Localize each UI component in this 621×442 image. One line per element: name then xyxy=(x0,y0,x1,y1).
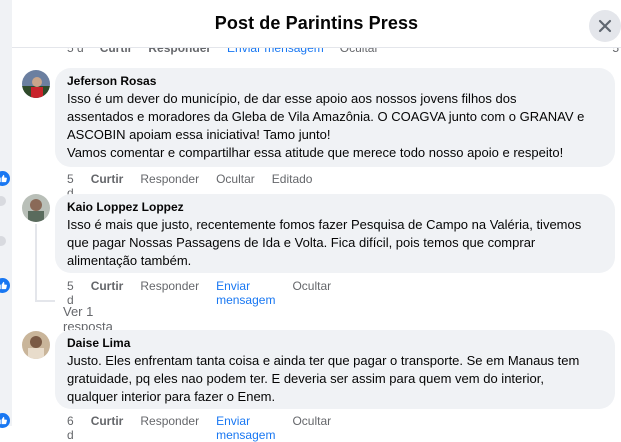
comment-text: Isso é mais que justo, recentemente fomo… xyxy=(67,216,603,270)
reaction-count[interactable]: 3 xyxy=(0,278,10,293)
comment-line: qualquer interior para fazer o Enem. xyxy=(67,389,276,404)
reply-link[interactable]: Responder xyxy=(148,47,211,55)
background-button xyxy=(0,236,6,246)
comment-time: 5 d xyxy=(67,47,84,55)
comment-time[interactable]: 5 d xyxy=(67,279,74,307)
avatar[interactable] xyxy=(22,194,50,222)
hide-link[interactable]: Ocultar xyxy=(340,47,379,55)
thread-connector xyxy=(35,300,55,304)
hide-link[interactable]: Ocultar xyxy=(292,414,331,442)
comment-bubble: Daise Lima Justo. Eles enfrentam tanta c… xyxy=(55,330,615,409)
post-dialog: Post de Parintins Press 5 d Curtir Respo… xyxy=(0,0,621,442)
like-link[interactable]: Curtir xyxy=(100,47,133,55)
comment-time[interactable]: 6 d xyxy=(67,414,74,442)
comment-bubble: Jeferson Rosas Isso é um dever do municí… xyxy=(55,68,615,167)
comment-actions: 5 d Curtir Responder Enviar mensagem Ocu… xyxy=(67,279,348,307)
like-link[interactable]: Curtir xyxy=(91,279,124,307)
comment-bubble: Kaio Loppez Loppez Isso é mais que justo… xyxy=(55,194,615,273)
comment-author[interactable]: Daise Lima xyxy=(67,336,603,350)
like-count: 5 xyxy=(612,47,619,55)
send-message-link[interactable]: Enviar mensagem xyxy=(227,47,324,55)
comment-line: Isso é mais que justo, recentemente fomo… xyxy=(67,217,582,232)
dialog-title: Post de Parintins Press xyxy=(214,13,419,33)
comment-text: Justo. Eles enfrentam tanta coisa e aind… xyxy=(67,352,603,406)
comment-author[interactable]: Jeferson Rosas xyxy=(67,74,603,88)
like-link[interactable]: Curtir xyxy=(91,414,124,442)
comment-actions: 6 d Curtir Responder Enviar mensagem Ocu… xyxy=(67,414,348,442)
comment-line: Isso é um dever do município, de dar ess… xyxy=(67,91,517,106)
comment-line: ASCOBIN apoiam essa iniciativa! Tamo jun… xyxy=(67,127,331,142)
thumbs-up-icon xyxy=(0,171,10,186)
comment-line: Vamos comentar e compartilhar essa atitu… xyxy=(67,145,564,160)
reply-link[interactable]: Responder xyxy=(140,414,199,442)
reply-link[interactable]: Responder xyxy=(140,279,199,307)
comment-line: gratuidade, pq eles nao podem ter. E dev… xyxy=(67,371,544,386)
thread-line xyxy=(35,224,37,302)
close-button[interactable] xyxy=(589,10,621,42)
hide-link[interactable]: Ocultar xyxy=(292,279,331,307)
send-message-link[interactable]: Enviar mensagem xyxy=(216,279,275,307)
background-feed-strip xyxy=(0,0,12,426)
background-button xyxy=(0,196,6,206)
comment-line: Justo. Eles enfrentam tanta coisa e aind… xyxy=(67,353,580,368)
close-icon xyxy=(598,19,612,33)
comment-line: alimentação também. xyxy=(67,253,192,268)
comment-author[interactable]: Kaio Loppez Loppez xyxy=(67,200,603,214)
comment-line: assentados e moradores da Gleba de Vila … xyxy=(67,109,585,124)
comment-line: que pagar Nossas Passagens de Ida e Volt… xyxy=(67,235,536,250)
dialog-header: Post de Parintins Press xyxy=(12,0,621,48)
avatar[interactable] xyxy=(22,70,50,98)
avatar[interactable] xyxy=(22,331,50,359)
previous-comment-actions: 5 d Curtir Responder Enviar mensagem Ocu… xyxy=(12,47,621,59)
send-message-link[interactable]: Enviar mensagem xyxy=(216,414,275,442)
reaction-count[interactable]: 3 xyxy=(0,171,10,186)
thumbs-up-icon xyxy=(0,278,10,293)
comment-text: Isso é um dever do município, de dar ess… xyxy=(67,90,603,162)
